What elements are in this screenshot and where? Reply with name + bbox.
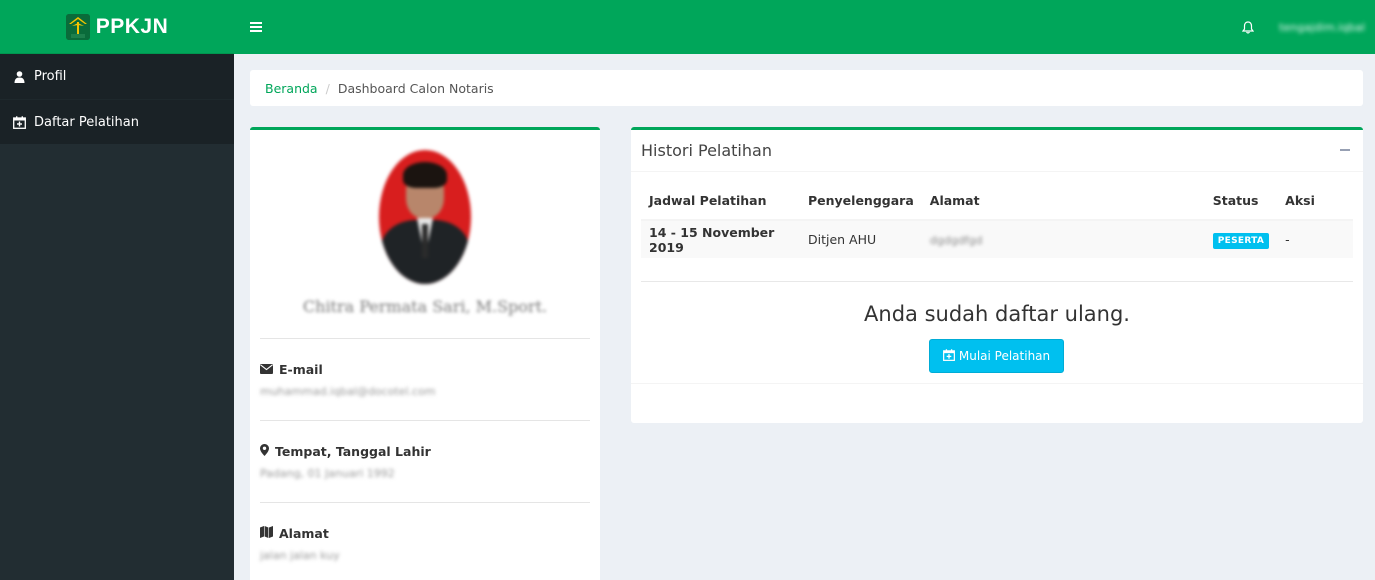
profile-card: Chitra Permata Sari, M.Sport. E-mail muh… bbox=[250, 127, 600, 580]
app-logo[interactable]: PPKJN bbox=[0, 0, 234, 54]
breadcrumb-home-link[interactable]: Beranda bbox=[265, 81, 318, 96]
start-training-label: Mulai Pelatihan bbox=[958, 349, 1051, 363]
registration-status-message: Anda sudah daftar ulang. bbox=[864, 302, 1130, 326]
divider bbox=[641, 281, 1353, 282]
address-value: jalan jalan kuy bbox=[260, 549, 340, 562]
birth-value: Padang, 01 Januari 1992 bbox=[260, 467, 395, 480]
history-header: Histori Pelatihan bbox=[631, 130, 1363, 172]
address-section: Alamat jalan jalan kuy bbox=[260, 526, 340, 562]
birth-section: Tempat, Tanggal Lahir Padang, 01 Januari… bbox=[260, 444, 431, 480]
history-title: Histori Pelatihan bbox=[641, 141, 772, 160]
column-header: Jadwal Pelatihan bbox=[641, 182, 800, 221]
hamburger-icon[interactable] bbox=[250, 19, 262, 35]
sidebar-item-profil[interactable]: Profil bbox=[0, 54, 234, 99]
sidebar-item-label: Daftar Pelatihan bbox=[34, 114, 139, 130]
column-header: Penyelenggara bbox=[800, 182, 922, 221]
avatar bbox=[379, 150, 471, 284]
start-training-button[interactable]: Mulai Pelatihan bbox=[929, 339, 1064, 373]
divider bbox=[260, 502, 590, 503]
email-label: E-mail bbox=[279, 362, 323, 377]
user-icon bbox=[12, 70, 26, 84]
envelope-icon bbox=[260, 362, 273, 377]
cell-date: 14 - 15 November 2019 bbox=[641, 220, 800, 258]
sidebar: Profil Daftar Pelatihan bbox=[0, 54, 234, 580]
breadcrumb: Beranda / Dashboard Calon Notaris bbox=[250, 70, 1363, 106]
email-section: E-mail muhammad.iqbal@docotel.com bbox=[260, 362, 435, 398]
email-value: muhammad.iqbal@docotel.com bbox=[260, 385, 436, 398]
profile-name: Chitra Permata Sari, M.Sport. bbox=[302, 297, 548, 316]
table-row: 14 - 15 November 2019 Ditjen AHU dgdgdfg… bbox=[641, 220, 1353, 258]
address-text: dgdgdfgd bbox=[929, 234, 983, 247]
sidebar-item-daftar-pelatihan[interactable]: Daftar Pelatihan bbox=[0, 99, 234, 144]
cell-action: - bbox=[1277, 220, 1353, 258]
bell-icon[interactable] bbox=[1239, 18, 1257, 36]
status-badge: PESERTA bbox=[1212, 232, 1270, 249]
minus-icon bbox=[1340, 149, 1350, 151]
user-name[interactable]: tengajdim.iqbal bbox=[1279, 21, 1365, 34]
history-table: Jadwal Pelatihan Penyelenggara Alamat St… bbox=[641, 182, 1353, 258]
sidebar-item-label: Profil bbox=[34, 69, 67, 84]
card-footer bbox=[631, 383, 1363, 384]
birth-label: Tempat, Tanggal Lahir bbox=[275, 444, 431, 459]
divider bbox=[260, 420, 590, 421]
calendar-plus-icon bbox=[12, 115, 26, 129]
logo-text: PPKJN bbox=[95, 14, 169, 38]
cell-status: PESERTA bbox=[1204, 220, 1278, 258]
history-card: Histori Pelatihan Jadwal Pelatihan Penye… bbox=[631, 127, 1363, 423]
map-marker-icon bbox=[260, 444, 269, 459]
cell-organizer: Ditjen AHU bbox=[800, 220, 922, 258]
breadcrumb-current: Dashboard Calon Notaris bbox=[337, 80, 494, 96]
top-navbar: tengajdim.iqbal bbox=[234, 0, 1375, 54]
emblem-icon bbox=[65, 13, 90, 40]
divider bbox=[260, 338, 590, 339]
address-label: Alamat bbox=[279, 526, 329, 541]
column-header: Aksi bbox=[1277, 182, 1353, 221]
table-header-row: Jadwal Pelatihan Penyelenggara Alamat St… bbox=[641, 182, 1353, 221]
column-header: Status bbox=[1204, 182, 1278, 221]
collapse-button[interactable] bbox=[1339, 142, 1351, 158]
map-icon bbox=[260, 526, 273, 541]
breadcrumb-separator: / bbox=[325, 80, 330, 96]
nav-right: tengajdim.iqbal bbox=[1239, 18, 1365, 36]
column-header: Alamat bbox=[921, 182, 1205, 221]
cell-address: dgdgdfgd bbox=[921, 220, 1205, 258]
calendar-plus-icon bbox=[942, 348, 955, 364]
